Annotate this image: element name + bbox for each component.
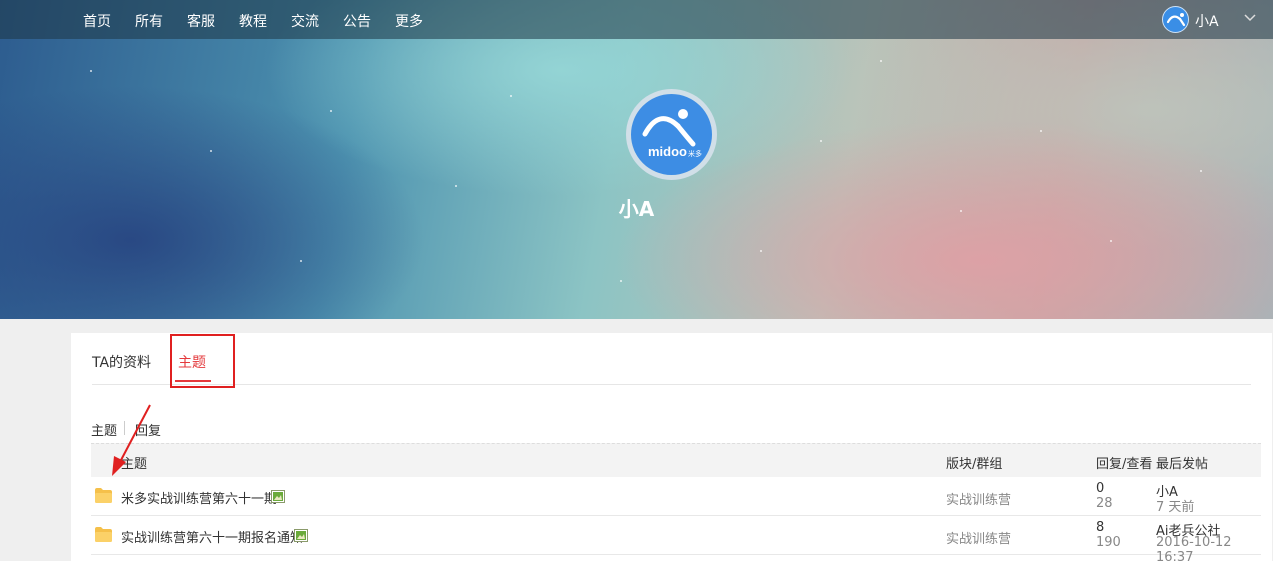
active-tab-indicator xyxy=(175,380,211,382)
nav-item-tutorials[interactable]: 教程 xyxy=(239,11,267,31)
header-last-post: 最后发帖 xyxy=(1156,457,1209,472)
nav-user-name[interactable]: 小A xyxy=(1195,11,1219,31)
reply-count: 0 xyxy=(1096,481,1105,496)
nav-item-more[interactable]: 更多 xyxy=(395,11,423,31)
nav-item-all[interactable]: 所有 xyxy=(135,11,163,31)
topic-title-link[interactable]: 米多实战训练营第六十一期 xyxy=(121,488,277,507)
last-post-time: 7 天前 xyxy=(1156,500,1195,515)
midoo-logo-icon xyxy=(1166,13,1186,27)
profile-name: 小A xyxy=(618,197,655,221)
header-forum: 版块/群组 xyxy=(946,457,1003,472)
tab-topics[interactable]: 主题 xyxy=(178,352,206,372)
subtab-topics[interactable]: 主题 xyxy=(91,420,117,439)
tab-profile[interactable]: TA的资料 xyxy=(92,352,151,372)
subtab-replies[interactable]: 回复 xyxy=(135,420,161,439)
last-post-time: 2016-10-12 16:37 xyxy=(1156,535,1232,561)
subtab-separator xyxy=(124,421,125,435)
image-attachment-icon xyxy=(294,529,308,542)
view-count: 190 xyxy=(1096,535,1121,550)
forum-link[interactable]: 实战训练营 xyxy=(946,528,1011,547)
header-reply-view: 回复/查看 xyxy=(1096,457,1153,472)
logo-brand-text: midoo xyxy=(648,144,687,159)
folder-icon xyxy=(95,488,112,503)
nav-item-service[interactable]: 客服 xyxy=(187,11,215,31)
midoo-logo-icon: midoo 米多 xyxy=(642,109,702,159)
nav-item-home[interactable]: 首页 xyxy=(83,11,111,31)
content-card: TA的资料 主题 主题 回复 主题 版块/群组 回复/查看 最后发帖 米多实战训… xyxy=(71,333,1272,561)
nav-item-announcements[interactable]: 公告 xyxy=(343,11,371,31)
profile-avatar: midoo 米多 xyxy=(626,89,717,180)
table-row: 实战训练营第六十一期报名通知 实战训练营 8 190 Ai老兵公社 2016-1… xyxy=(91,516,1261,561)
image-attachment-icon xyxy=(271,490,285,503)
logo-brand-cn-text: 米多 xyxy=(688,149,702,158)
folder-icon xyxy=(95,527,112,542)
header-topic: 主题 xyxy=(121,457,148,472)
reply-count: 8 xyxy=(1096,520,1105,535)
nav-item-community[interactable]: 交流 xyxy=(291,11,319,31)
forum-link[interactable]: 实战训练营 xyxy=(946,489,1011,508)
topic-title-link[interactable]: 实战训练营第六十一期报名通知 xyxy=(121,527,303,546)
view-count: 28 xyxy=(1096,496,1113,511)
tabs-divider xyxy=(92,384,1251,385)
chevron-down-icon[interactable] xyxy=(1243,12,1257,22)
user-avatar[interactable] xyxy=(1162,6,1189,33)
table-header: 主题 版块/群组 回复/查看 最后发帖 xyxy=(91,443,1261,477)
table-row: 米多实战训练营第六十一期 实战训练营 0 28 小A 7 天前 xyxy=(91,477,1261,516)
top-nav: 首页 所有 客服 教程 交流 公告 更多 小A xyxy=(0,0,1273,39)
